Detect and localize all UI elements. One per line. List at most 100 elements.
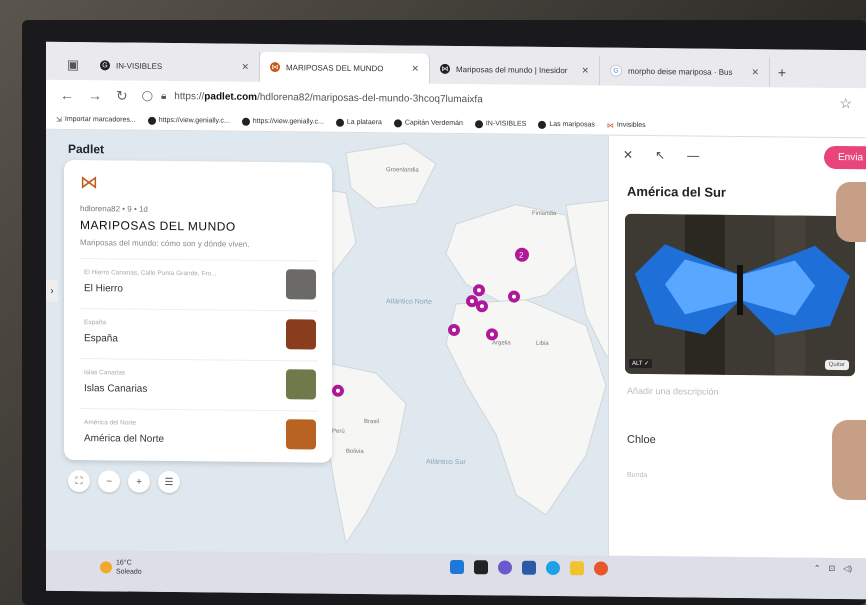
chat-icon[interactable] <box>498 560 512 575</box>
tab-mariposas-inesidor[interactable]: ⋈ Mariposas del mundo | Inesidor ✕ <box>430 53 600 86</box>
minimize-icon[interactable]: — <box>687 148 699 162</box>
padlet-title: MARIPOSAS DEL MUNDO <box>80 218 236 234</box>
url-text: https://padlet.com/hdlorena82/mariposas-… <box>174 90 483 105</box>
bookmark-item[interactable]: La plataera <box>335 118 382 127</box>
zoom-out-icon[interactable]: − <box>98 470 120 493</box>
windows-taskbar: 16°C Soleado ⌃ ⊡ ◁) <box>46 549 866 600</box>
close-icon[interactable]: ✕ <box>581 65 589 76</box>
shield-icon: ◯ <box>141 90 153 102</box>
tab-overview-icon[interactable]: ▣ <box>56 50 90 80</box>
alt-badge[interactable]: ALT ✓ <box>629 358 653 369</box>
sun-icon <box>100 561 112 574</box>
post-caption: América del Norte <box>84 419 137 427</box>
tab-mariposas[interactable]: ⋈ MARIPOSAS DEL MUNDO ✕ <box>260 51 430 84</box>
padlet-logo[interactable]: Padlet <box>68 142 104 156</box>
bookmark-item[interactable]: Capitán Verdemán <box>393 118 463 128</box>
tab-title: morpho deise mariposa · Bus <box>628 66 733 77</box>
close-icon[interactable]: ✕ <box>623 148 633 162</box>
address-bar[interactable]: ◯ 🔒︎ https://padlet.com/hdlorena82/marip… <box>142 90 826 108</box>
network-icon[interactable]: ⊡ <box>828 564 835 573</box>
padlet-page: Padlet Groenlandia Finlandia Atlántico N… <box>46 129 866 559</box>
site-icon <box>335 118 344 127</box>
expand-icon[interactable]: ↖ <box>655 148 665 162</box>
post-title: España <box>84 333 118 345</box>
expand-panel-button[interactable]: › <box>46 279 58 302</box>
post-image: ALT ✓ Quitar <box>625 213 855 377</box>
close-icon[interactable]: ✕ <box>241 61 249 72</box>
butterfly-photo <box>625 213 855 377</box>
map-label-finland: Finlandia <box>532 211 557 217</box>
weather-widget[interactable]: 16°C Soleado <box>100 558 142 576</box>
post-title[interactable]: América del Sur <box>627 184 726 200</box>
bookmark-item[interactable]: https://view.genially.c... <box>147 116 230 125</box>
fullscreen-icon[interactable]: ⛶ <box>68 469 90 493</box>
post-title: Islas Canarias <box>84 383 148 395</box>
post-title: El Hierro <box>84 283 123 295</box>
user-hand <box>832 420 866 500</box>
chevron-up-icon[interactable]: ⌃ <box>814 564 821 573</box>
weather-label: Soleado <box>116 568 142 576</box>
list-item[interactable]: España España <box>80 308 318 360</box>
bookmark-item[interactable]: Las mariposas <box>538 120 595 129</box>
remove-image-button[interactable]: Quitar <box>824 359 849 371</box>
map-label-libya: Libia <box>536 341 549 347</box>
detail-toolbar: ✕ ↖ — <box>623 148 699 163</box>
post-caption: Islas Canarias <box>84 369 126 377</box>
genially-icon: G <box>100 60 110 71</box>
zoom-in-icon[interactable]: + <box>128 470 150 493</box>
bookmark-item[interactable]: IN-VISIBLES <box>474 119 526 129</box>
padlet-description: Mariposas del mundo: cómo son y dónde vi… <box>80 238 250 249</box>
post-title: América del Norte <box>84 433 165 445</box>
site-icon <box>474 119 483 128</box>
map-label-peru: Perú <box>332 429 345 435</box>
bookmark-star-icon[interactable]: ☆ <box>839 95 852 112</box>
screen: ▣ G IN-VISIBLES ✕ ⋈ MARIPOSAS DEL MUNDO … <box>46 41 866 600</box>
tab-title: Mariposas del mundo | Inesidor <box>456 64 568 75</box>
map-label-brazil: Brasil <box>364 419 379 425</box>
bookmark-item[interactable]: https://view.genially.c... <box>241 117 324 126</box>
edge-icon[interactable] <box>546 560 560 576</box>
close-icon[interactable]: ✕ <box>411 63 419 74</box>
send-button[interactable]: Envia <box>823 145 866 170</box>
post-detail-panel: ✕ ↖ — Envia América del Sur ALT ✓ Quitar… <box>608 135 866 559</box>
site-icon <box>393 118 402 127</box>
tab-title: MARIPOSAS DEL MUNDO <box>286 62 384 73</box>
forward-icon[interactable]: → <box>88 87 102 103</box>
site-icon <box>147 116 156 125</box>
folder-icon[interactable] <box>570 561 584 576</box>
firefox-icon[interactable] <box>594 561 608 576</box>
post-caption: España <box>84 319 107 327</box>
google-icon: G <box>610 64 622 77</box>
list-item[interactable]: Islas Canarias Islas Canarias <box>80 358 318 410</box>
butterfly-icon: ⋈ <box>440 63 450 74</box>
close-icon[interactable]: ✕ <box>751 67 759 78</box>
list-item[interactable]: América del Norte América del Norte <box>80 408 318 460</box>
back-icon[interactable]: ← <box>60 87 74 103</box>
bookmark-item[interactable]: ⇲ Importar marcadores... <box>56 115 136 124</box>
post-thumbnail <box>286 269 316 300</box>
temperature: 16°C <box>116 559 132 567</box>
menu-icon[interactable]: ☰ <box>158 470 180 494</box>
tab-invisibles[interactable]: G IN-VISIBLES ✕ <box>90 50 260 82</box>
search-icon[interactable] <box>474 560 488 575</box>
padlet-info-panel: ⋈ hdlorena82 • 9 • 1d MARIPOSAS DEL MUND… <box>64 159 332 463</box>
padlet-meta: hdlorena82 • 9 • 1d <box>80 204 148 214</box>
post-caption: El Hierro Canarias, Calle Punta Grande, … <box>84 269 217 278</box>
post-thumbnail <box>286 319 316 350</box>
volume-icon[interactable]: ◁) <box>843 564 852 573</box>
site-icon <box>538 120 547 129</box>
file-explorer-icon[interactable] <box>522 560 536 575</box>
post-thumbnail <box>286 419 316 450</box>
new-tab-button[interactable]: + <box>770 57 794 87</box>
map-label-algeria: Argelia <box>492 340 511 346</box>
tab-search[interactable]: G morpho deise mariposa · Bus ✕ <box>600 55 770 88</box>
description-input[interactable]: Añadir una descripción <box>627 386 719 397</box>
bookmark-item[interactable]: ⋈ Invisibles <box>607 121 646 129</box>
list-item[interactable]: El Hierro Canarias, Calle Punta Grande, … <box>80 258 318 310</box>
import-icon: ⇲ <box>56 116 62 124</box>
butterfly-icon: ⋈ <box>80 172 98 193</box>
reload-icon[interactable]: ↻ <box>116 87 128 104</box>
svg-text:2: 2 <box>519 251 524 260</box>
windows-start-icon[interactable] <box>450 559 464 575</box>
taskbar-apps <box>450 559 608 576</box>
